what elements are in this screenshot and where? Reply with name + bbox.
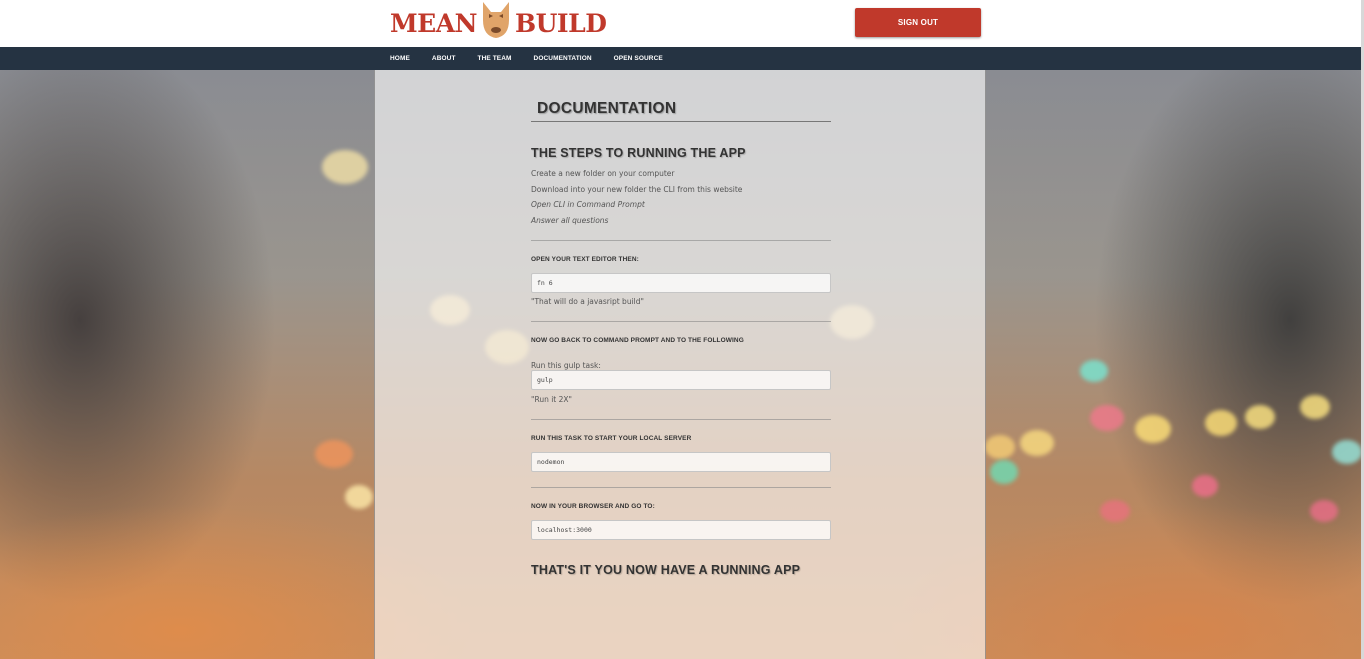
logo-text-left: MEAN [390,8,477,38]
steps-heading: THE STEPS TO RUNNING THE APP [531,146,746,160]
documentation-panel: DOCUMENTATION THE STEPS TO RUNNING THE A… [374,70,986,659]
main-navbar: HOME ABOUT THE TEAM DOCUMENTATION OPEN S… [0,47,1364,70]
page-title: DOCUMENTATION [537,100,677,117]
editor-heading: OPEN YOUR TEXT EDITOR THEN: [531,256,639,263]
server-code-field[interactable]: nodemon [531,452,831,472]
gulp-note: "Run it 2X" [531,395,572,404]
step-item: Download into your new folder the CLI fr… [531,185,743,194]
section-divider [531,487,831,488]
server-heading: RUN THIS TASK TO START YOUR LOCAL SERVER [531,435,692,442]
nav-item-home[interactable]: HOME [390,55,410,62]
command-prompt-heading: NOW GO BACK TO COMMAND PROMPT AND TO THE… [531,337,744,344]
dog-head-icon [479,0,513,46]
nav-menu: HOME ABOUT THE TEAM DOCUMENTATION OPEN S… [390,47,685,70]
nav-item-about[interactable]: ABOUT [432,55,456,62]
section-divider [531,321,831,322]
step-item: Answer all questions [531,216,609,225]
browser-code-field[interactable]: localhost:3000 [531,520,831,540]
nav-item-open-source[interactable]: OPEN SOURCE [614,55,663,62]
logo-text-right: BUILD [514,8,607,38]
title-divider [531,121,831,122]
nav-item-the-team[interactable]: THE TEAM [478,55,512,62]
brand-logo[interactable]: MEAN BUILD [390,0,607,46]
sign-out-button[interactable]: SIGN OUT [855,8,981,37]
nav-item-documentation[interactable]: DOCUMENTATION [534,55,592,62]
editor-note: "That will do a javasript build" [531,297,644,306]
final-heading: THAT'S IT YOU NOW HAVE A RUNNING APP [531,563,801,577]
section-divider [531,240,831,241]
step-item: Create a new folder on your computer [531,169,675,178]
section-divider [531,419,831,420]
editor-code-field[interactable]: fn 6 [531,273,831,293]
gulp-label: Run this gulp task: [531,361,601,370]
step-item: Open CLI in Command Prompt [531,200,645,209]
top-header: MEAN BUILD SIGN OUT [0,0,1364,47]
browser-heading: NOW IN YOUR BROWSER AND GO TO: [531,503,655,510]
gulp-code-field[interactable]: gulp [531,370,831,390]
